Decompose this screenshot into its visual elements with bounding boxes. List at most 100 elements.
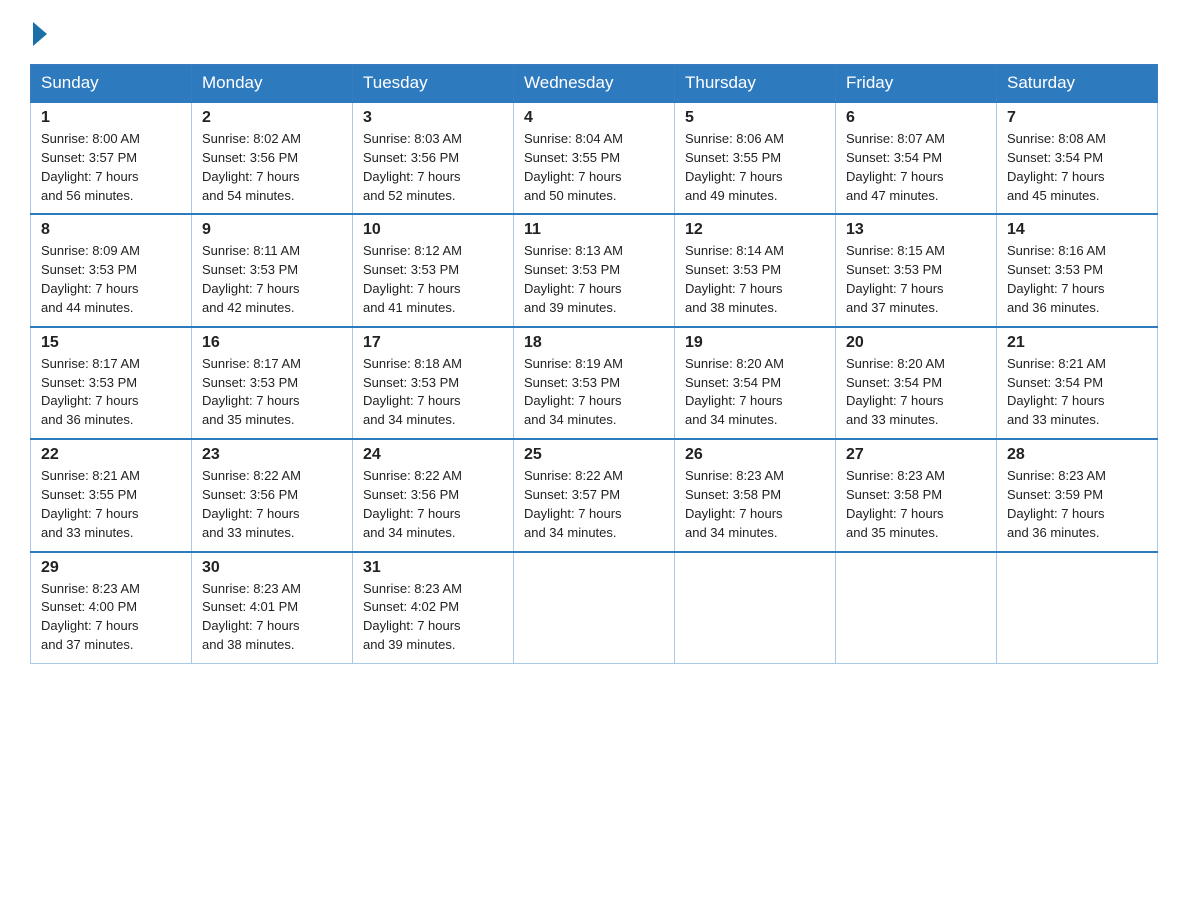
day-info: Sunrise: 8:18 AMSunset: 3:53 PMDaylight:… (363, 355, 503, 430)
calendar-cell (836, 552, 997, 664)
calendar-cell: 4 Sunrise: 8:04 AMSunset: 3:55 PMDayligh… (514, 102, 675, 214)
day-info: Sunrise: 8:08 AMSunset: 3:54 PMDaylight:… (1007, 130, 1147, 205)
calendar-cell: 20 Sunrise: 8:20 AMSunset: 3:54 PMDaylig… (836, 327, 997, 439)
calendar-cell (997, 552, 1158, 664)
day-number: 30 (202, 559, 342, 577)
day-number: 18 (524, 334, 664, 352)
calendar-week-row: 1 Sunrise: 8:00 AMSunset: 3:57 PMDayligh… (31, 102, 1158, 214)
calendar-cell: 14 Sunrise: 8:16 AMSunset: 3:53 PMDaylig… (997, 214, 1158, 326)
calendar-cell: 25 Sunrise: 8:22 AMSunset: 3:57 PMDaylig… (514, 439, 675, 551)
day-info: Sunrise: 8:21 AMSunset: 3:54 PMDaylight:… (1007, 355, 1147, 430)
calendar-cell: 3 Sunrise: 8:03 AMSunset: 3:56 PMDayligh… (353, 102, 514, 214)
weekday-header-thursday: Thursday (675, 65, 836, 103)
calendar-cell: 12 Sunrise: 8:14 AMSunset: 3:53 PMDaylig… (675, 214, 836, 326)
day-info: Sunrise: 8:23 AMSunset: 3:59 PMDaylight:… (1007, 467, 1147, 542)
calendar-week-row: 8 Sunrise: 8:09 AMSunset: 3:53 PMDayligh… (31, 214, 1158, 326)
weekday-header-wednesday: Wednesday (514, 65, 675, 103)
day-number: 29 (41, 559, 181, 577)
calendar-cell: 30 Sunrise: 8:23 AMSunset: 4:01 PMDaylig… (192, 552, 353, 664)
calendar-cell: 1 Sunrise: 8:00 AMSunset: 3:57 PMDayligh… (31, 102, 192, 214)
day-info: Sunrise: 8:15 AMSunset: 3:53 PMDaylight:… (846, 242, 986, 317)
day-number: 22 (41, 446, 181, 464)
calendar-week-row: 29 Sunrise: 8:23 AMSunset: 4:00 PMDaylig… (31, 552, 1158, 664)
calendar-cell: 31 Sunrise: 8:23 AMSunset: 4:02 PMDaylig… (353, 552, 514, 664)
day-info: Sunrise: 8:22 AMSunset: 3:57 PMDaylight:… (524, 467, 664, 542)
day-number: 12 (685, 221, 825, 239)
day-number: 17 (363, 334, 503, 352)
day-info: Sunrise: 8:23 AMSunset: 3:58 PMDaylight:… (685, 467, 825, 542)
calendar-cell: 9 Sunrise: 8:11 AMSunset: 3:53 PMDayligh… (192, 214, 353, 326)
calendar-cell: 16 Sunrise: 8:17 AMSunset: 3:53 PMDaylig… (192, 327, 353, 439)
day-info: Sunrise: 8:12 AMSunset: 3:53 PMDaylight:… (363, 242, 503, 317)
calendar-cell: 24 Sunrise: 8:22 AMSunset: 3:56 PMDaylig… (353, 439, 514, 551)
calendar-cell: 8 Sunrise: 8:09 AMSunset: 3:53 PMDayligh… (31, 214, 192, 326)
calendar-cell: 28 Sunrise: 8:23 AMSunset: 3:59 PMDaylig… (997, 439, 1158, 551)
day-info: Sunrise: 8:22 AMSunset: 3:56 PMDaylight:… (202, 467, 342, 542)
day-info: Sunrise: 8:03 AMSunset: 3:56 PMDaylight:… (363, 130, 503, 205)
calendar-cell: 19 Sunrise: 8:20 AMSunset: 3:54 PMDaylig… (675, 327, 836, 439)
day-number: 27 (846, 446, 986, 464)
calendar-cell: 23 Sunrise: 8:22 AMSunset: 3:56 PMDaylig… (192, 439, 353, 551)
calendar-table: SundayMondayTuesdayWednesdayThursdayFrid… (30, 64, 1158, 664)
calendar-cell: 5 Sunrise: 8:06 AMSunset: 3:55 PMDayligh… (675, 102, 836, 214)
day-info: Sunrise: 8:23 AMSunset: 4:02 PMDaylight:… (363, 580, 503, 655)
day-number: 6 (846, 109, 986, 127)
day-info: Sunrise: 8:09 AMSunset: 3:53 PMDaylight:… (41, 242, 181, 317)
calendar-cell: 10 Sunrise: 8:12 AMSunset: 3:53 PMDaylig… (353, 214, 514, 326)
day-number: 1 (41, 109, 181, 127)
day-number: 7 (1007, 109, 1147, 127)
day-number: 31 (363, 559, 503, 577)
day-info: Sunrise: 8:19 AMSunset: 3:53 PMDaylight:… (524, 355, 664, 430)
calendar-week-row: 22 Sunrise: 8:21 AMSunset: 3:55 PMDaylig… (31, 439, 1158, 551)
day-number: 26 (685, 446, 825, 464)
day-info: Sunrise: 8:13 AMSunset: 3:53 PMDaylight:… (524, 242, 664, 317)
day-info: Sunrise: 8:21 AMSunset: 3:55 PMDaylight:… (41, 467, 181, 542)
day-number: 21 (1007, 334, 1147, 352)
day-info: Sunrise: 8:00 AMSunset: 3:57 PMDaylight:… (41, 130, 181, 205)
calendar-cell: 7 Sunrise: 8:08 AMSunset: 3:54 PMDayligh… (997, 102, 1158, 214)
day-info: Sunrise: 8:04 AMSunset: 3:55 PMDaylight:… (524, 130, 664, 205)
calendar-cell: 22 Sunrise: 8:21 AMSunset: 3:55 PMDaylig… (31, 439, 192, 551)
day-number: 23 (202, 446, 342, 464)
day-info: Sunrise: 8:23 AMSunset: 4:00 PMDaylight:… (41, 580, 181, 655)
day-number: 5 (685, 109, 825, 127)
logo-arrow-icon (33, 22, 47, 46)
calendar-cell: 26 Sunrise: 8:23 AMSunset: 3:58 PMDaylig… (675, 439, 836, 551)
day-number: 20 (846, 334, 986, 352)
calendar-cell: 17 Sunrise: 8:18 AMSunset: 3:53 PMDaylig… (353, 327, 514, 439)
weekday-header-monday: Monday (192, 65, 353, 103)
calendar-cell: 27 Sunrise: 8:23 AMSunset: 3:58 PMDaylig… (836, 439, 997, 551)
calendar-cell: 18 Sunrise: 8:19 AMSunset: 3:53 PMDaylig… (514, 327, 675, 439)
day-number: 8 (41, 221, 181, 239)
day-number: 15 (41, 334, 181, 352)
day-info: Sunrise: 8:14 AMSunset: 3:53 PMDaylight:… (685, 242, 825, 317)
day-number: 24 (363, 446, 503, 464)
logo (30, 20, 47, 46)
day-number: 9 (202, 221, 342, 239)
calendar-cell: 29 Sunrise: 8:23 AMSunset: 4:00 PMDaylig… (31, 552, 192, 664)
calendar-header-row: SundayMondayTuesdayWednesdayThursdayFrid… (31, 65, 1158, 103)
calendar-cell (514, 552, 675, 664)
day-info: Sunrise: 8:22 AMSunset: 3:56 PMDaylight:… (363, 467, 503, 542)
day-number: 19 (685, 334, 825, 352)
day-number: 2 (202, 109, 342, 127)
day-number: 11 (524, 221, 664, 239)
day-number: 28 (1007, 446, 1147, 464)
day-number: 25 (524, 446, 664, 464)
calendar-cell: 21 Sunrise: 8:21 AMSunset: 3:54 PMDaylig… (997, 327, 1158, 439)
day-number: 10 (363, 221, 503, 239)
calendar-cell: 13 Sunrise: 8:15 AMSunset: 3:53 PMDaylig… (836, 214, 997, 326)
day-number: 13 (846, 221, 986, 239)
calendar-cell: 6 Sunrise: 8:07 AMSunset: 3:54 PMDayligh… (836, 102, 997, 214)
page-header (30, 20, 1158, 46)
day-number: 3 (363, 109, 503, 127)
weekday-header-saturday: Saturday (997, 65, 1158, 103)
calendar-week-row: 15 Sunrise: 8:17 AMSunset: 3:53 PMDaylig… (31, 327, 1158, 439)
day-number: 16 (202, 334, 342, 352)
day-info: Sunrise: 8:17 AMSunset: 3:53 PMDaylight:… (41, 355, 181, 430)
day-info: Sunrise: 8:11 AMSunset: 3:53 PMDaylight:… (202, 242, 342, 317)
day-info: Sunrise: 8:20 AMSunset: 3:54 PMDaylight:… (685, 355, 825, 430)
calendar-cell: 2 Sunrise: 8:02 AMSunset: 3:56 PMDayligh… (192, 102, 353, 214)
day-info: Sunrise: 8:07 AMSunset: 3:54 PMDaylight:… (846, 130, 986, 205)
calendar-cell: 11 Sunrise: 8:13 AMSunset: 3:53 PMDaylig… (514, 214, 675, 326)
